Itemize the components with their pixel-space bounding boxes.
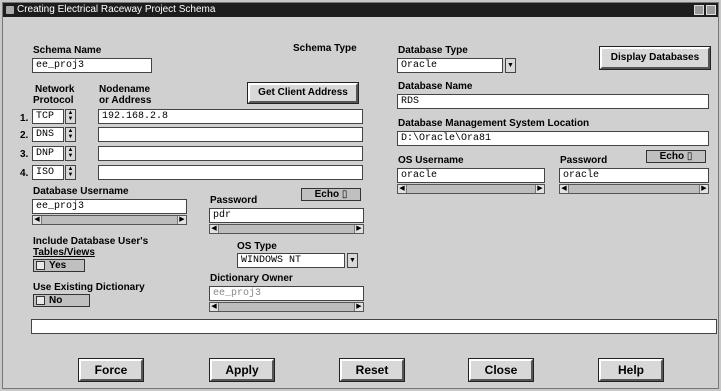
right-password-input[interactable]: oracle <box>559 168 709 183</box>
os-username-scrollbar[interactable]: ◀ ▶ <box>397 184 545 194</box>
address-input-3[interactable] <box>98 146 363 161</box>
protocol-select-1[interactable]: TCP <box>32 109 64 124</box>
reset-button[interactable]: Reset <box>339 358 405 382</box>
scroll-right-icon[interactable]: ▶ <box>177 216 186 224</box>
db-type-select[interactable]: Oracle <box>397 58 503 73</box>
row-number: 3. <box>20 149 29 160</box>
spinner-arrows-icon[interactable]: ▲ ▼ <box>65 165 76 180</box>
schema-name-input[interactable]: ee_proj3 <box>32 58 152 73</box>
os-username-input[interactable]: oracle <box>397 168 545 183</box>
toggle-knob-icon <box>36 296 45 305</box>
db-username-scrollbar[interactable]: ◀ ▶ <box>32 215 187 225</box>
scroll-right-icon[interactable]: ▶ <box>535 185 544 193</box>
dict-owner-input[interactable]: ee_proj3 <box>209 286 364 301</box>
help-button[interactable]: Help <box>598 358 664 382</box>
schema-type-label: Schema Type <box>293 43 357 54</box>
close-button[interactable]: Close <box>468 358 534 382</box>
db-username-input[interactable]: ee_proj3 <box>32 199 187 214</box>
scroll-right-icon[interactable]: ▶ <box>699 185 708 193</box>
right-password-label: Password <box>560 155 608 166</box>
address-input-1[interactable]: 192.168.2.8 <box>98 109 363 124</box>
dict-owner-scrollbar[interactable]: ◀ ▶ <box>209 302 364 312</box>
status-message-bar <box>31 319 717 334</box>
db-name-label: Database Name <box>398 81 473 92</box>
scroll-left-icon[interactable]: ◀ <box>398 185 407 193</box>
right-password-echo-toggle[interactable]: Echo ▯ <box>646 150 706 163</box>
password-input[interactable]: pdr <box>209 208 364 223</box>
scroll-left-icon[interactable]: ◀ <box>560 185 569 193</box>
password-label: Password <box>210 195 258 206</box>
spinner-arrows-icon[interactable]: ▲ ▼ <box>65 109 76 124</box>
echo-label: Echo <box>659 151 685 162</box>
address-input-4[interactable] <box>98 165 363 180</box>
maximize-icon[interactable] <box>706 5 716 15</box>
db-type-label: Database Type <box>398 45 468 56</box>
dbms-location-label: Database Management System Location <box>398 118 590 129</box>
schema-name-label: Schema Name <box>33 45 102 56</box>
window-title: Creating Electrical Raceway Project Sche… <box>17 4 216 15</box>
network-label: Network <box>35 84 75 95</box>
scroll-right-icon[interactable]: ▶ <box>354 225 363 233</box>
spinner-arrows-icon[interactable]: ▲ ▼ <box>65 127 76 142</box>
tables-views-label: Tables/Views <box>33 247 95 258</box>
right-password-scrollbar[interactable]: ◀ ▶ <box>559 184 709 194</box>
echo-label: Echo <box>314 189 340 200</box>
scroll-left-icon[interactable]: ◀ <box>33 216 42 224</box>
os-username-label: OS Username <box>398 155 464 166</box>
address-input-2[interactable] <box>98 127 363 142</box>
get-client-address-button[interactable]: Get Client Address <box>247 82 359 104</box>
force-button[interactable]: Force <box>78 358 144 382</box>
row-number: 1. <box>20 113 29 124</box>
nodename-label: Nodename <box>99 84 151 95</box>
use-existing-dict-toggle[interactable]: No <box>33 294 90 307</box>
scroll-left-icon[interactable]: ◀ <box>210 303 219 311</box>
protocol-label: Protocol <box>33 95 74 106</box>
scroll-left-icon[interactable]: ◀ <box>210 225 219 233</box>
main-window: Creating Electrical Raceway Project Sche… <box>2 2 719 389</box>
db-username-label: Database Username <box>33 186 129 197</box>
dict-owner-label: Dictionary Owner <box>210 273 293 284</box>
toggle-knob-icon <box>36 261 45 270</box>
protocol-select-4[interactable]: ISO <box>32 165 64 180</box>
dropdown-arrow-icon[interactable]: ▼ <box>505 58 516 73</box>
password-echo-toggle[interactable]: Echo ▯ <box>301 188 361 201</box>
minimize-icon[interactable] <box>694 5 704 15</box>
title-bar[interactable]: Creating Electrical Raceway Project Sche… <box>3 3 718 17</box>
spinner-arrows-icon[interactable]: ▲ ▼ <box>65 146 76 161</box>
db-name-input[interactable]: RDS <box>397 94 709 109</box>
apply-button[interactable]: Apply <box>209 358 275 382</box>
protocol-select-2[interactable]: DNS <box>32 127 64 142</box>
row-number: 2. <box>20 130 29 141</box>
address-label: or Address <box>99 95 152 106</box>
toggle-value: Yes <box>49 260 67 271</box>
include-views-label: Include Database User's <box>33 236 149 247</box>
dbms-location-input[interactable]: D:\Oracle\Ora81 <box>397 131 709 146</box>
toggle-value: No <box>49 295 63 306</box>
password-scrollbar[interactable]: ◀ ▶ <box>209 224 364 234</box>
dropdown-arrow-icon[interactable]: ▼ <box>347 253 358 268</box>
include-views-toggle[interactable]: Yes <box>33 259 85 272</box>
scroll-right-icon[interactable]: ▶ <box>354 303 363 311</box>
display-databases-button[interactable]: Display Databases <box>599 46 711 70</box>
protocol-select-3[interactable]: DNP <box>32 146 64 161</box>
app-menu-icon[interactable] <box>6 6 14 14</box>
row-number: 4. <box>20 168 29 179</box>
os-type-select[interactable]: WINDOWS NT <box>237 253 345 268</box>
os-type-label: OS Type <box>237 241 277 252</box>
use-existing-dict-label: Use Existing Dictionary <box>33 282 145 293</box>
